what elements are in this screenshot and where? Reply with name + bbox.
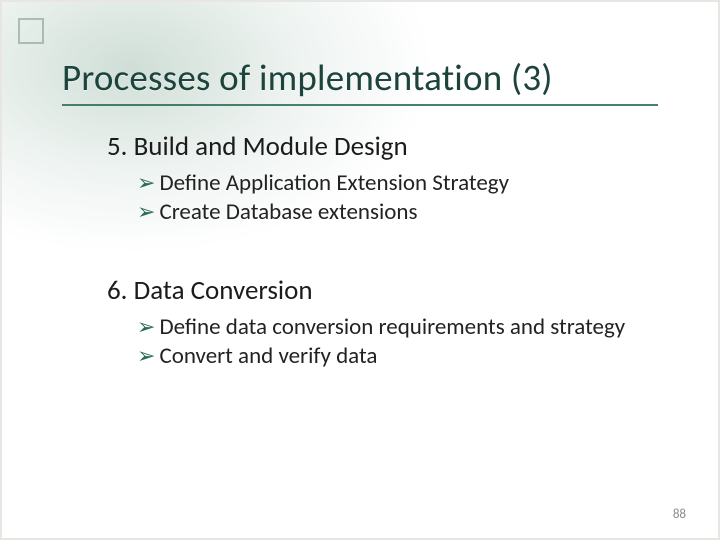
bullet-item: ➢ Define data conversion requirements an…	[137, 313, 658, 342]
arrow-icon: ➢	[137, 198, 155, 227]
arrow-icon: ➢	[137, 313, 155, 342]
bullet-item: ➢ Define Application Extension Strategy	[137, 169, 658, 198]
page-number: 88	[673, 507, 686, 522]
arrow-icon: ➢	[137, 169, 155, 198]
section-heading: 5. Build and Module Design	[107, 130, 658, 163]
bullet-text: Define Application Extension Strategy	[159, 169, 658, 198]
bullet-text: Create Database extensions	[159, 198, 658, 227]
corner-decoration	[18, 18, 44, 44]
section-heading: 6. Data Conversion	[107, 274, 658, 307]
slide-title: Processes of implementation (3)	[62, 58, 678, 99]
arrow-icon: ➢	[137, 342, 155, 371]
bullet-text: Convert and verify data	[159, 342, 658, 371]
bullet-text: Define data conversion requirements and …	[159, 313, 658, 342]
section-block: 6. Data Conversion ➢ Define data convers…	[107, 274, 658, 372]
bullet-list: ➢ Define data conversion requirements an…	[137, 313, 658, 372]
title-underline	[62, 104, 658, 106]
bullet-item: ➢ Create Database extensions	[137, 198, 658, 227]
section-block: 5. Build and Module Design ➢ Define Appl…	[107, 130, 658, 228]
slide: Processes of implementation (3) 5. Build…	[0, 0, 720, 540]
bullet-item: ➢ Convert and verify data	[137, 342, 658, 371]
bullet-list: ➢ Define Application Extension Strategy …	[137, 169, 658, 228]
slide-body: 5. Build and Module Design ➢ Define Appl…	[107, 130, 658, 372]
